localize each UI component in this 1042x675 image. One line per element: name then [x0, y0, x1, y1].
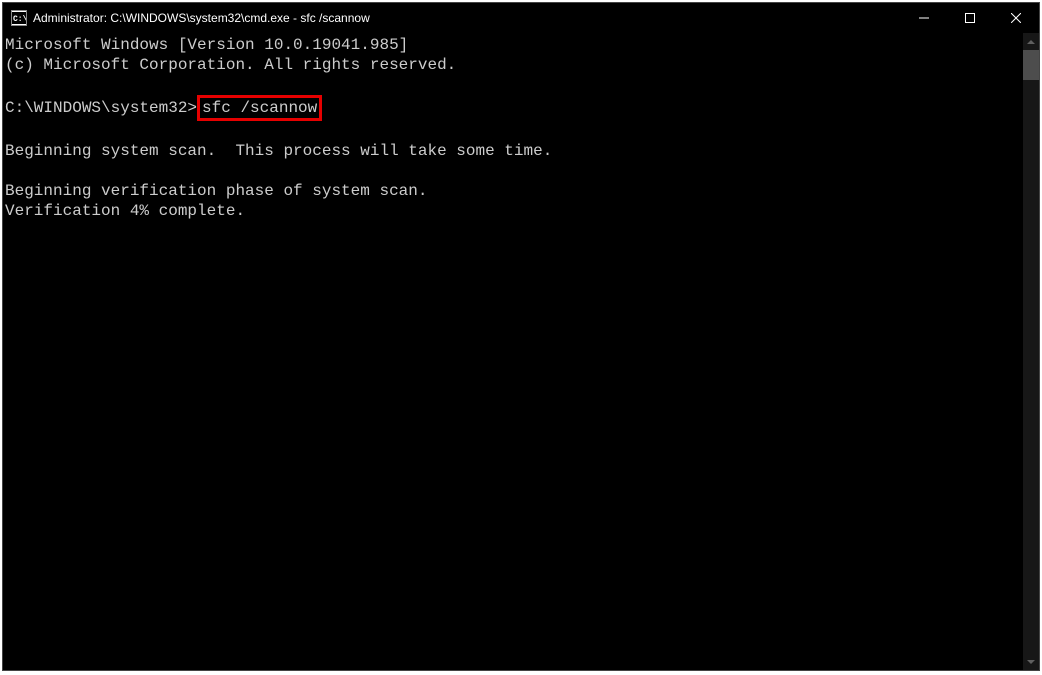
scroll-down-button[interactable]	[1023, 653, 1039, 670]
output-line: Beginning verification phase of system s…	[5, 181, 1021, 201]
window-title: Administrator: C:\WINDOWS\system32\cmd.e…	[33, 11, 901, 25]
scrollbar-track[interactable]	[1023, 50, 1039, 653]
command-prompt-window: C:\ Administrator: C:\WINDOWS\system32\c…	[2, 2, 1040, 671]
close-button[interactable]	[993, 3, 1039, 33]
window-body: Microsoft Windows [Version 10.0.19041.98…	[3, 33, 1039, 670]
close-icon	[1011, 13, 1021, 23]
chevron-down-icon	[1027, 660, 1035, 664]
window-controls	[901, 3, 1039, 33]
output-blank	[5, 121, 1021, 141]
chevron-up-icon	[1027, 40, 1035, 44]
output-blank	[5, 75, 1021, 95]
terminal-output[interactable]: Microsoft Windows [Version 10.0.19041.98…	[3, 33, 1023, 670]
minimize-button[interactable]	[901, 3, 947, 33]
maximize-button[interactable]	[947, 3, 993, 33]
output-line: Verification 4% complete.	[5, 201, 1021, 221]
maximize-icon	[965, 13, 975, 23]
svg-text:C:\: C:\	[13, 15, 26, 24]
minimize-icon	[919, 13, 929, 23]
command-text: sfc /scannow	[202, 99, 317, 117]
command-highlight: sfc /scannow	[197, 95, 322, 121]
vertical-scrollbar[interactable]	[1023, 33, 1039, 670]
cmd-icon: C:\	[11, 10, 27, 26]
output-line: Microsoft Windows [Version 10.0.19041.98…	[5, 35, 1021, 55]
scrollbar-thumb[interactable]	[1023, 50, 1039, 80]
titlebar[interactable]: C:\ Administrator: C:\WINDOWS\system32\c…	[3, 3, 1039, 33]
output-line: (c) Microsoft Corporation. All rights re…	[5, 55, 1021, 75]
prompt-text: C:\WINDOWS\system32>	[5, 99, 197, 117]
scroll-up-button[interactable]	[1023, 33, 1039, 50]
output-line: Beginning system scan. This process will…	[5, 141, 1021, 161]
prompt-line: C:\WINDOWS\system32> sfc /scannow	[5, 95, 1021, 121]
output-blank	[5, 161, 1021, 181]
